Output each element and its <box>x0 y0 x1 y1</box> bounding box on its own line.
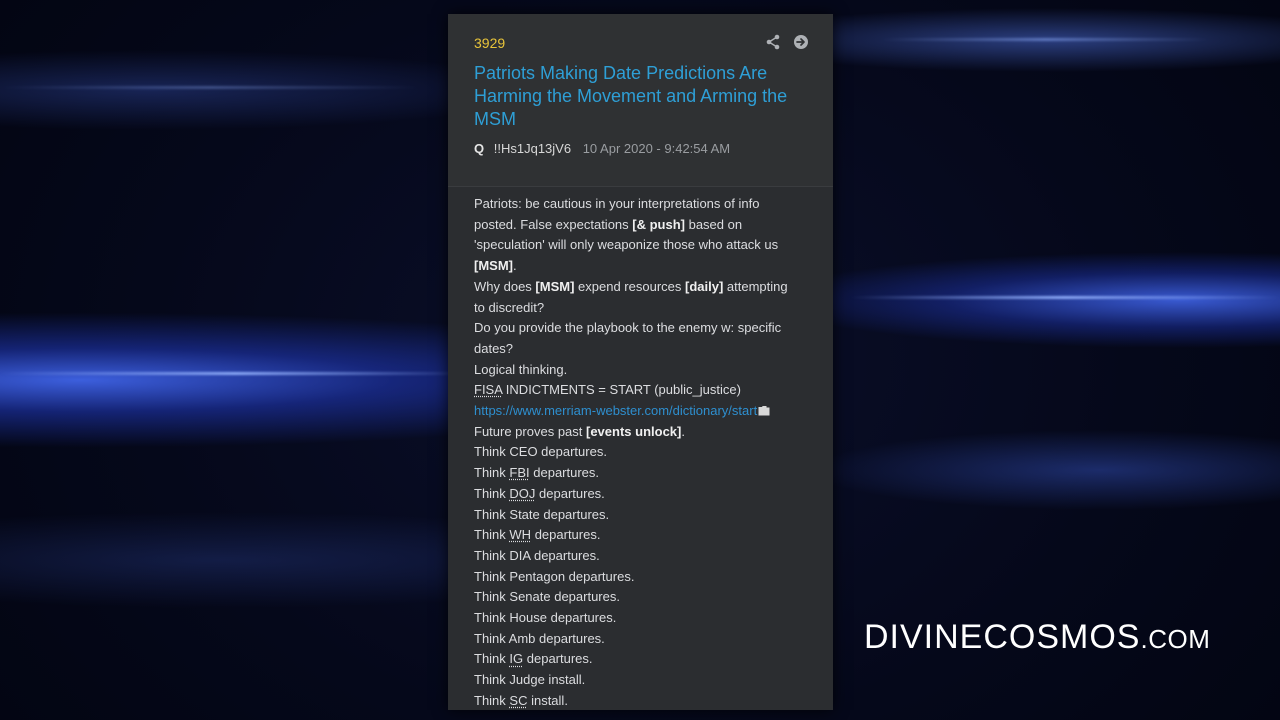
watermark-tld: .COM <box>1140 624 1211 654</box>
post-number: 3929 <box>474 35 506 51</box>
abbreviation[interactable]: IG <box>509 651 523 666</box>
post-body-line: Think DIA departures. <box>474 546 814 567</box>
post-body-line: Why does [MSM] expend resources [daily] … <box>474 277 814 298</box>
post-date: 10 Apr 2020 - 9:42:54 AM <box>582 141 731 156</box>
text: to discredit? <box>474 299 545 315</box>
text: departures. <box>529 465 600 481</box>
abbreviation[interactable]: FBI <box>509 465 529 480</box>
watermark-name: DIVINECOSMOS <box>864 618 1141 656</box>
text: expend resources <box>574 278 685 294</box>
text: departures. <box>531 527 601 543</box>
post-header: 3929 Patriots Making Date Predictions Ar… <box>448 14 833 187</box>
text: 'speculation' will only weaponize those … <box>474 237 779 253</box>
light-streak <box>850 296 1280 299</box>
post-body-line: Think DOJ departures. <box>474 484 814 505</box>
text: Think Pentagon departures. <box>474 568 635 584</box>
post-title[interactable]: Patriots Making Date Predictions Are Har… <box>474 62 814 131</box>
text: departures. <box>535 485 605 501</box>
video-frame: 3929 Patriots Making Date Predictions Ar… <box>0 0 1280 720</box>
text: posted. False expectations <box>474 216 633 232</box>
text: Think <box>474 692 510 708</box>
post-body-line: Think House departures. <box>474 608 814 629</box>
post-body-line: Do you provide the playbook to the enemy… <box>474 318 814 339</box>
post-body-line: 'speculation' will only weaponize those … <box>474 235 814 256</box>
bracket-emphasis: [& push] <box>632 216 685 232</box>
post-body-line: Think CEO departures. <box>474 442 814 463</box>
post-tripcode: !!Hs1Jq13jV6 <box>493 141 572 156</box>
text: . <box>513 258 517 274</box>
post-body-line: Think Judge install. <box>474 670 814 691</box>
text: Think <box>474 485 510 501</box>
post-body: Patriots: be cautious in your interpreta… <box>474 194 814 710</box>
bracket-emphasis: [events unlock] <box>586 423 682 439</box>
post-body-line: Think Pentagon departures. <box>474 567 814 588</box>
post-body-line: posted. False expectations [& push] base… <box>474 215 814 236</box>
share-icon[interactable] <box>765 34 781 50</box>
text: departures. <box>523 651 593 667</box>
post-body-line: Future proves past [events unlock]. <box>474 422 814 443</box>
text: INDICTMENTS = START (public_justice) <box>502 382 741 398</box>
abbreviation[interactable]: FISA <box>474 382 502 397</box>
post-body-line: [MSM]. <box>474 256 814 277</box>
text: Logical thinking. <box>474 361 568 377</box>
post-actions <box>765 34 809 50</box>
text: Think <box>474 527 510 543</box>
text: Think <box>474 651 510 667</box>
arrow-right-circle-icon[interactable] <box>793 34 809 50</box>
text: Why does <box>474 278 536 294</box>
post-body-line: Think Senate departures. <box>474 587 814 608</box>
bracket-emphasis: [MSM] <box>474 258 513 274</box>
abbreviation[interactable]: DOJ <box>509 486 535 501</box>
light-streak <box>0 86 420 89</box>
post-body-line: Think Amb departures. <box>474 629 814 650</box>
post-body-line: Think WH departures. <box>474 525 814 546</box>
dictionary-link[interactable]: https://www.merriam-webster.com/dictiona… <box>474 403 757 418</box>
text: based on <box>684 216 743 232</box>
post-body-line: Think State departures. <box>474 505 814 526</box>
post-body-line: https://www.merriam-webster.com/dictiona… <box>474 401 814 422</box>
light-streak <box>880 38 1210 41</box>
bracket-emphasis: [MSM] <box>535 278 575 294</box>
bracket-emphasis: [daily] <box>685 278 724 294</box>
text: Think State departures. <box>474 506 610 522</box>
post-author: Q <box>474 141 485 156</box>
abbreviation[interactable]: WH <box>509 527 531 542</box>
post-body-line: Think FBI departures. <box>474 463 814 484</box>
post-body-line: Think SC install. <box>474 691 814 710</box>
text: dates? <box>474 340 514 356</box>
post-body-line: Patriots: be cautious in your interpreta… <box>474 194 814 215</box>
text: Think Senate departures. <box>474 589 620 605</box>
light-streak <box>0 372 470 375</box>
post-body-line: to discredit? <box>474 298 814 319</box>
text: Think DIA departures. <box>474 547 600 563</box>
text: Do you provide the playbook to the enemy… <box>474 320 782 336</box>
text: Think CEO departures. <box>474 444 607 460</box>
text: . <box>681 423 685 439</box>
post-body-line: Think IG departures. <box>474 649 814 670</box>
text: install. <box>527 692 568 708</box>
q-post-card: 3929 Patriots Making Date Predictions Ar… <box>448 14 833 710</box>
text: Think <box>474 465 510 481</box>
text: attempting <box>723 278 788 294</box>
external-link-icon[interactable] <box>758 402 770 416</box>
text: Patriots: be cautious in your interpreta… <box>474 196 760 211</box>
text: Think Judge install. <box>474 672 586 688</box>
text: Think Amb departures. <box>474 630 605 646</box>
text: Future proves past <box>474 423 586 439</box>
channel-watermark: DIVINECOSMOS.COM <box>864 618 1210 657</box>
abbreviation[interactable]: SC <box>509 693 527 708</box>
text: Think House departures. <box>474 610 617 626</box>
post-body-line: FISA INDICTMENTS = START (public_justice… <box>474 380 814 401</box>
post-meta: Q !!Hs1Jq13jV6 10 Apr 2020 - 9:42:54 AM <box>474 141 730 156</box>
post-body-line: Logical thinking. <box>474 360 814 381</box>
post-body-line: dates? <box>474 339 814 360</box>
